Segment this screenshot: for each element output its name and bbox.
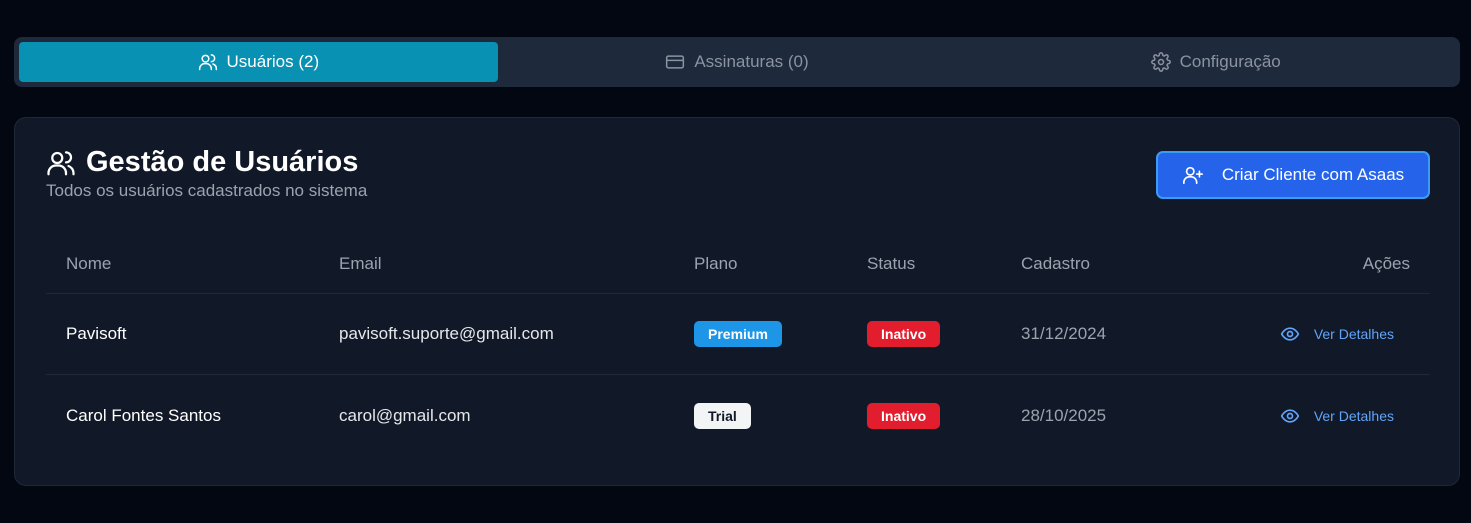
credit-card-icon bbox=[666, 55, 685, 69]
users-icon bbox=[47, 150, 75, 175]
users-card: Gestão de Usuários Todos os usuários cad… bbox=[14, 117, 1460, 486]
eye-icon bbox=[1280, 408, 1299, 423]
table-header: Nome Email Plano Status Cadastro Ações bbox=[46, 234, 1430, 294]
user-name: Pavisoft bbox=[66, 324, 127, 343]
create-client-button-label: Criar Cliente com Asaas bbox=[1221, 165, 1405, 184]
plan-cell: Premium bbox=[694, 294, 782, 374]
gear-icon bbox=[1150, 52, 1171, 72]
header-name: Nome bbox=[66, 253, 112, 273]
table-row: Pavisoft pavisoft.suporte@gmail.com Prem… bbox=[46, 294, 1430, 375]
user-name: Carol Fontes Santos bbox=[66, 405, 221, 425]
view-details-label: Ver Detalhes bbox=[1313, 407, 1394, 424]
create-client-button[interactable]: Criar Cliente com Asaas bbox=[1156, 151, 1430, 199]
view-details-label: Ver Detalhes bbox=[1313, 326, 1394, 342]
page-subtitle: Todos os usuários cadastrados no sistema bbox=[46, 181, 368, 200]
users-table: Nome Email Plano Status Cadastro Ações P… bbox=[46, 234, 1430, 456]
signup-date: 28/10/2025 bbox=[1021, 405, 1107, 425]
tab-users[interactable]: Usuários (2) bbox=[19, 42, 498, 82]
user-email: pavisoft.suporte@gmail.com bbox=[339, 324, 554, 343]
user-email: carol@gmail.com bbox=[339, 405, 471, 425]
status-cell: Inativo bbox=[867, 375, 941, 456]
tab-settings-label: Configuração bbox=[1179, 52, 1281, 71]
tab-subscriptions-label: Assinaturas (0) bbox=[694, 52, 809, 71]
tab-subscriptions[interactable]: Assinaturas (0) bbox=[498, 42, 977, 82]
tab-bar: Usuários (2) Assinaturas (0) Configuraçã… bbox=[14, 37, 1460, 87]
actions-cell: Ver Detalhes bbox=[1280, 294, 1394, 374]
signup-date: 31/12/2024 bbox=[1021, 324, 1107, 343]
header-date: Cadastro bbox=[1021, 253, 1090, 273]
actions-cell: Ver Detalhes bbox=[1280, 375, 1394, 456]
header-actions: Ações bbox=[1362, 253, 1410, 273]
status-badge: Inativo bbox=[867, 402, 941, 429]
users-icon bbox=[198, 54, 217, 71]
card-title: Gestão de Usuários bbox=[46, 146, 358, 179]
header-plan: Plano bbox=[694, 253, 738, 273]
page-title: Gestão de Usuários bbox=[86, 146, 359, 178]
tab-settings[interactable]: Configuração bbox=[976, 42, 1455, 82]
view-details-link[interactable]: Ver Detalhes bbox=[1280, 406, 1394, 426]
plan-cell: Trial bbox=[694, 375, 751, 456]
tab-users-label: Usuários (2) bbox=[226, 52, 320, 71]
header-status: Status bbox=[867, 253, 916, 273]
header-email: Email bbox=[339, 253, 382, 273]
status-badge: Inativo bbox=[867, 321, 941, 347]
plan-badge: Premium bbox=[694, 321, 782, 347]
eye-icon bbox=[1280, 327, 1299, 341]
plan-badge: Trial bbox=[694, 402, 751, 429]
view-details-link[interactable]: Ver Detalhes bbox=[1280, 324, 1394, 344]
table-row: Carol Fontes Santos carol@gmail.com Tria… bbox=[46, 375, 1430, 456]
status-cell: Inativo bbox=[867, 294, 941, 374]
user-plus-icon bbox=[1182, 166, 1203, 185]
